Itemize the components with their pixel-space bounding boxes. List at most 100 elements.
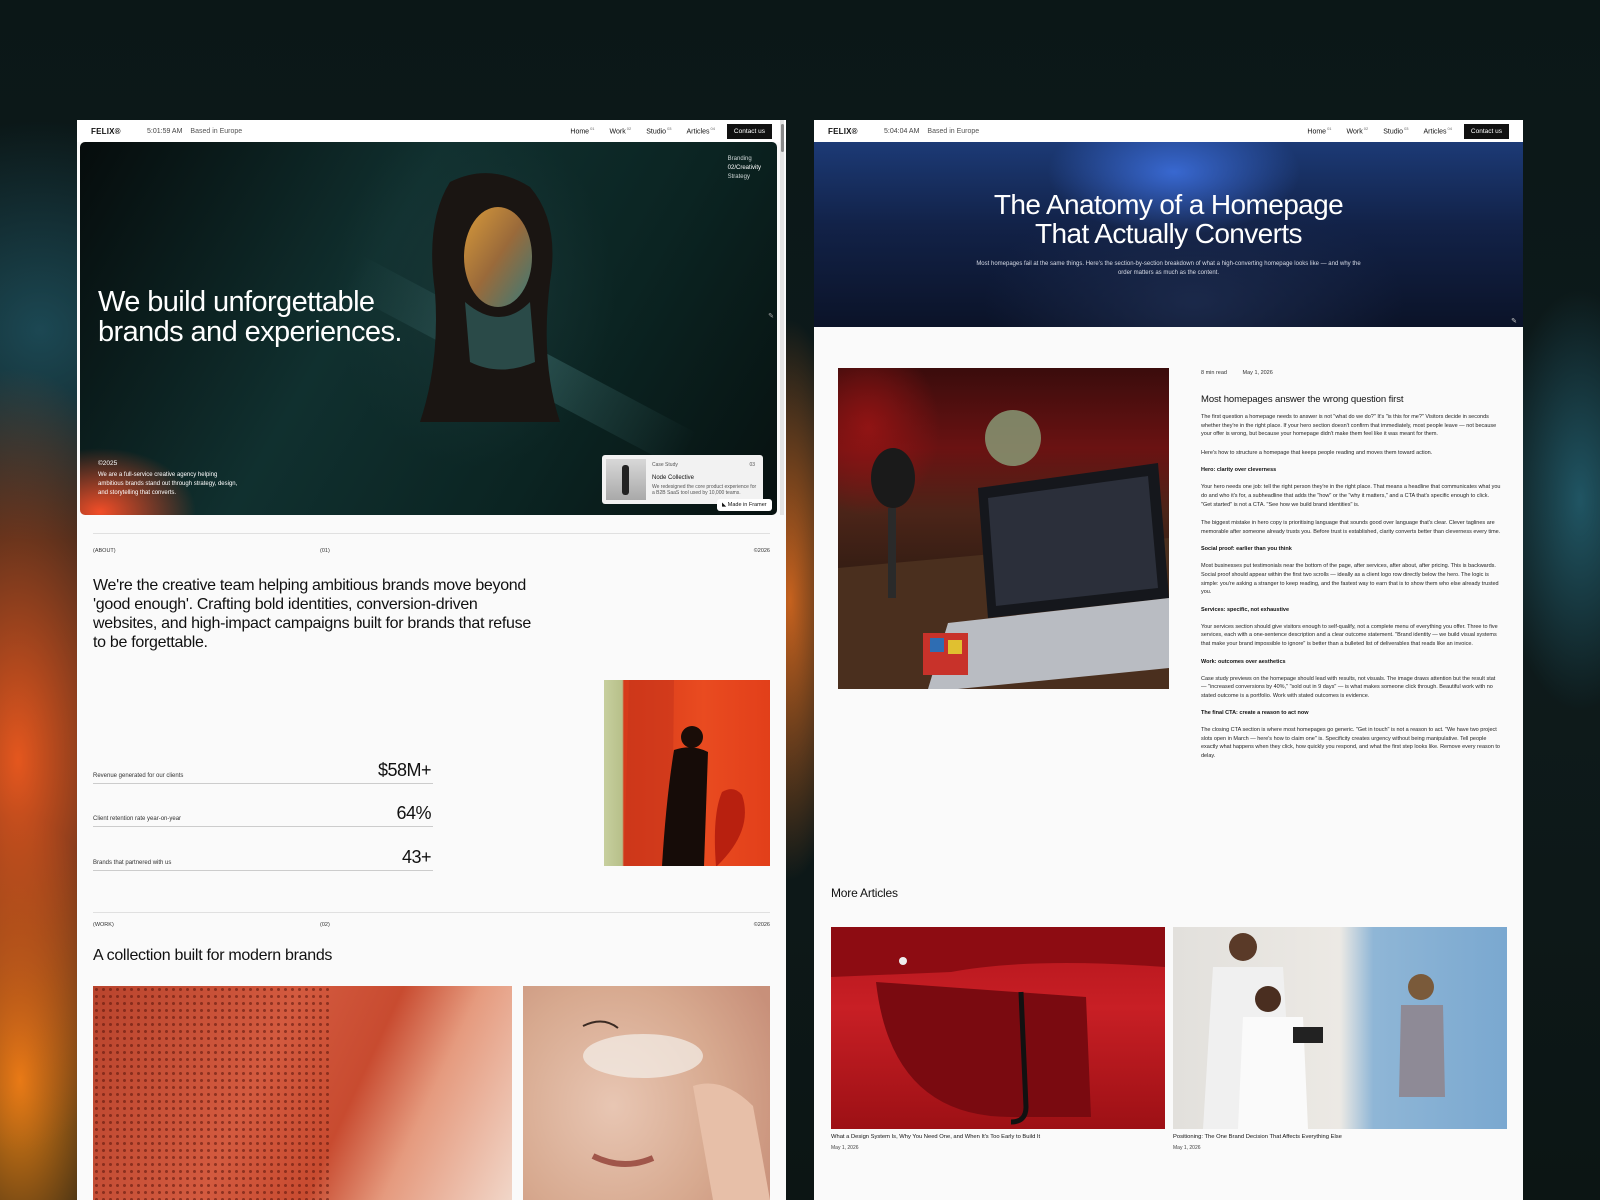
article-subtitle: Most homepages fail at the same things. …	[976, 261, 1361, 276]
edit-icon[interactable]: ✎	[1511, 317, 1517, 325]
red-machine-image	[831, 927, 1165, 1125]
scrollbar-thumb[interactable]	[780, 124, 784, 152]
article-paragraph: The first question a homepage needs to a…	[1201, 414, 1497, 438]
case-study-card[interactable]: Case Study 03 Node Collective We redesig…	[602, 455, 763, 504]
about-meta-row: (ABOUT) (01) ©2026	[93, 548, 770, 554]
article-card-image[interactable]	[831, 927, 1165, 1129]
about-number: (01)	[320, 548, 330, 554]
contact-button[interactable]: Contact us	[1463, 123, 1509, 139]
made-in-framer-badge[interactable]: ◣ Made in Framer	[717, 499, 772, 511]
article-paragraph: Case study previews on the homepage shou…	[1201, 675, 1496, 699]
laptop-desk-scene	[838, 410, 1169, 689]
read-time: 8 min read	[1201, 370, 1227, 376]
divider	[93, 533, 770, 534]
hero-year: ©2025	[98, 460, 118, 467]
article-title: The Anatomy of a Homepage That Actually …	[993, 189, 1344, 249]
case-study-number: 03	[749, 462, 755, 468]
stat-revenue: Revenue generated for our clients $58M+	[93, 740, 433, 784]
more-articles-title: More Articles	[831, 886, 898, 900]
nav-item-work[interactable]: Work02	[610, 126, 632, 135]
hero-section: We build unforgettable brands and experi…	[80, 142, 777, 515]
section-heading-cta: The final CTA: create a reason to act no…	[1201, 710, 1309, 717]
nav-item-studio[interactable]: Studio03	[646, 126, 671, 135]
logo[interactable]: FELIX®	[91, 127, 147, 136]
article-paragraph: Your services section should give visito…	[1201, 623, 1498, 647]
film-crew-image	[1203, 933, 1445, 1129]
stat-retention: Client retention rate year-on-year 64%	[93, 784, 433, 827]
case-study-info: Case Study 03 Node Collective We redesig…	[652, 459, 759, 500]
nav-item-articles[interactable]: Articles04	[687, 126, 715, 135]
scrollbar[interactable]	[780, 120, 784, 515]
work-image-skincare[interactable]	[523, 986, 770, 1200]
case-study-client: Node Collective	[652, 475, 695, 481]
stat-label: Client retention rate year-on-year	[93, 816, 182, 822]
case-study-text: We redesigned the core product experienc…	[652, 484, 757, 496]
publish-date: May 1, 2026	[1242, 370, 1273, 376]
case-study-thumbnail	[606, 459, 646, 500]
section-heading-hero: Hero: clarity over cleverness	[1201, 467, 1277, 474]
article-meta: 8 min read May 1, 2026	[1201, 370, 1273, 376]
nav-item-work[interactable]: Work02	[1347, 126, 1369, 135]
article-card-image[interactable]	[1173, 927, 1507, 1129]
article-card-title[interactable]: What a Design System Is, Why You Need On…	[831, 1134, 1165, 1140]
stat-label: Brands that partnered with us	[93, 859, 172, 866]
work-number: (02)	[320, 922, 330, 928]
hero-description: We are a full-service creative agency he…	[98, 472, 238, 496]
work-title: A collection built for modern brands	[93, 947, 333, 964]
contact-button[interactable]: Contact us	[726, 123, 772, 139]
article-paragraph: The closing CTA section is where most ho…	[1201, 727, 1500, 760]
nav-item-studio[interactable]: Studio03	[1383, 126, 1408, 135]
edit-icon[interactable]: ✎	[768, 312, 774, 320]
service-strategy[interactable]: Strategy	[728, 173, 761, 182]
perforated-facade	[93, 986, 333, 1200]
article-card[interactable]: What a Design System Is, Why You Need On…	[831, 927, 1165, 1151]
hero-title: We build unforgettable brands and experi…	[98, 286, 402, 348]
top-nav: FELIX® 5:01:59 AM Based in Europe Home01…	[77, 120, 786, 142]
article-image-laptop	[838, 368, 1169, 689]
article-hero: The Anatomy of a Homepage That Actually …	[814, 142, 1523, 327]
article-card[interactable]: Positioning: The One Brand Decision That…	[1173, 927, 1507, 1151]
article-paragraph: Here's how to structure a homepage that …	[1201, 449, 1433, 456]
stat-brands: Brands that partnered with us 43+	[93, 827, 433, 871]
about-tag: (ABOUT)	[93, 548, 116, 554]
homepage-window: FELIX® 5:01:59 AM Based in Europe Home01…	[77, 120, 786, 1200]
article-window: FELIX® 5:04:04 AM Based in Europe Home01…	[814, 120, 1523, 1200]
article-card-date: May 1, 2026	[1173, 1145, 1201, 1151]
logo[interactable]: FELIX®	[828, 127, 884, 136]
silhouette-figure	[624, 680, 745, 866]
article-card-date: May 1, 2026	[831, 1145, 859, 1151]
location-label: Based in Europe	[927, 127, 980, 135]
service-branding[interactable]: Branding	[728, 155, 761, 164]
nav-item-home[interactable]: Home01	[1307, 126, 1331, 135]
service-creativity[interactable]: 02/Creativity	[728, 164, 761, 173]
section-heading-social-proof: Social proof: earlier than you think	[1201, 546, 1292, 553]
article-paragraph: Most businesses put testimonials near th…	[1201, 563, 1499, 596]
face-closeup	[582, 1020, 770, 1200]
top-nav: FELIX® 5:04:04 AM Based in Europe Home01…	[814, 120, 1523, 142]
divider	[93, 912, 770, 913]
stats-list: Revenue generated for our clients $58M+ …	[93, 740, 433, 871]
nav-item-home[interactable]: Home01	[570, 126, 594, 135]
article-heading: Most homepages answer the wrong question…	[1201, 394, 1404, 405]
about-year: ©2026	[753, 548, 770, 554]
stat-value: 43+	[401, 846, 432, 867]
location-label: Based in Europe	[190, 127, 243, 135]
nav-item-articles[interactable]: Articles04	[1424, 126, 1452, 135]
work-image-architecture[interactable]	[93, 986, 512, 1200]
stat-value: $58M+	[377, 759, 432, 780]
hero-service-list: Branding 02/Creativity Strategy	[728, 155, 761, 182]
stat-value: 64%	[396, 803, 431, 823]
article-card-title[interactable]: Positioning: The One Brand Decision That…	[1173, 1134, 1507, 1140]
work-year: ©2026	[753, 922, 770, 928]
article-body: Most homepages answer the wrong question…	[1201, 394, 1501, 771]
clock: 5:01:59 AM	[147, 127, 183, 135]
about-image	[604, 680, 770, 866]
hero-portrait	[420, 173, 560, 422]
section-heading-work: Work: outcomes over aesthetics	[1201, 658, 1286, 665]
clock: 5:04:04 AM	[884, 127, 920, 135]
case-study-label: Case Study	[652, 462, 678, 468]
article-paragraph: Your hero needs one job: tell the right …	[1201, 484, 1501, 508]
about-text: We're the creative team helping ambitiou…	[93, 577, 531, 651]
article-paragraph: The biggest mistake in hero copy is prio…	[1201, 520, 1501, 535]
work-tag: (WORK)	[93, 922, 114, 928]
